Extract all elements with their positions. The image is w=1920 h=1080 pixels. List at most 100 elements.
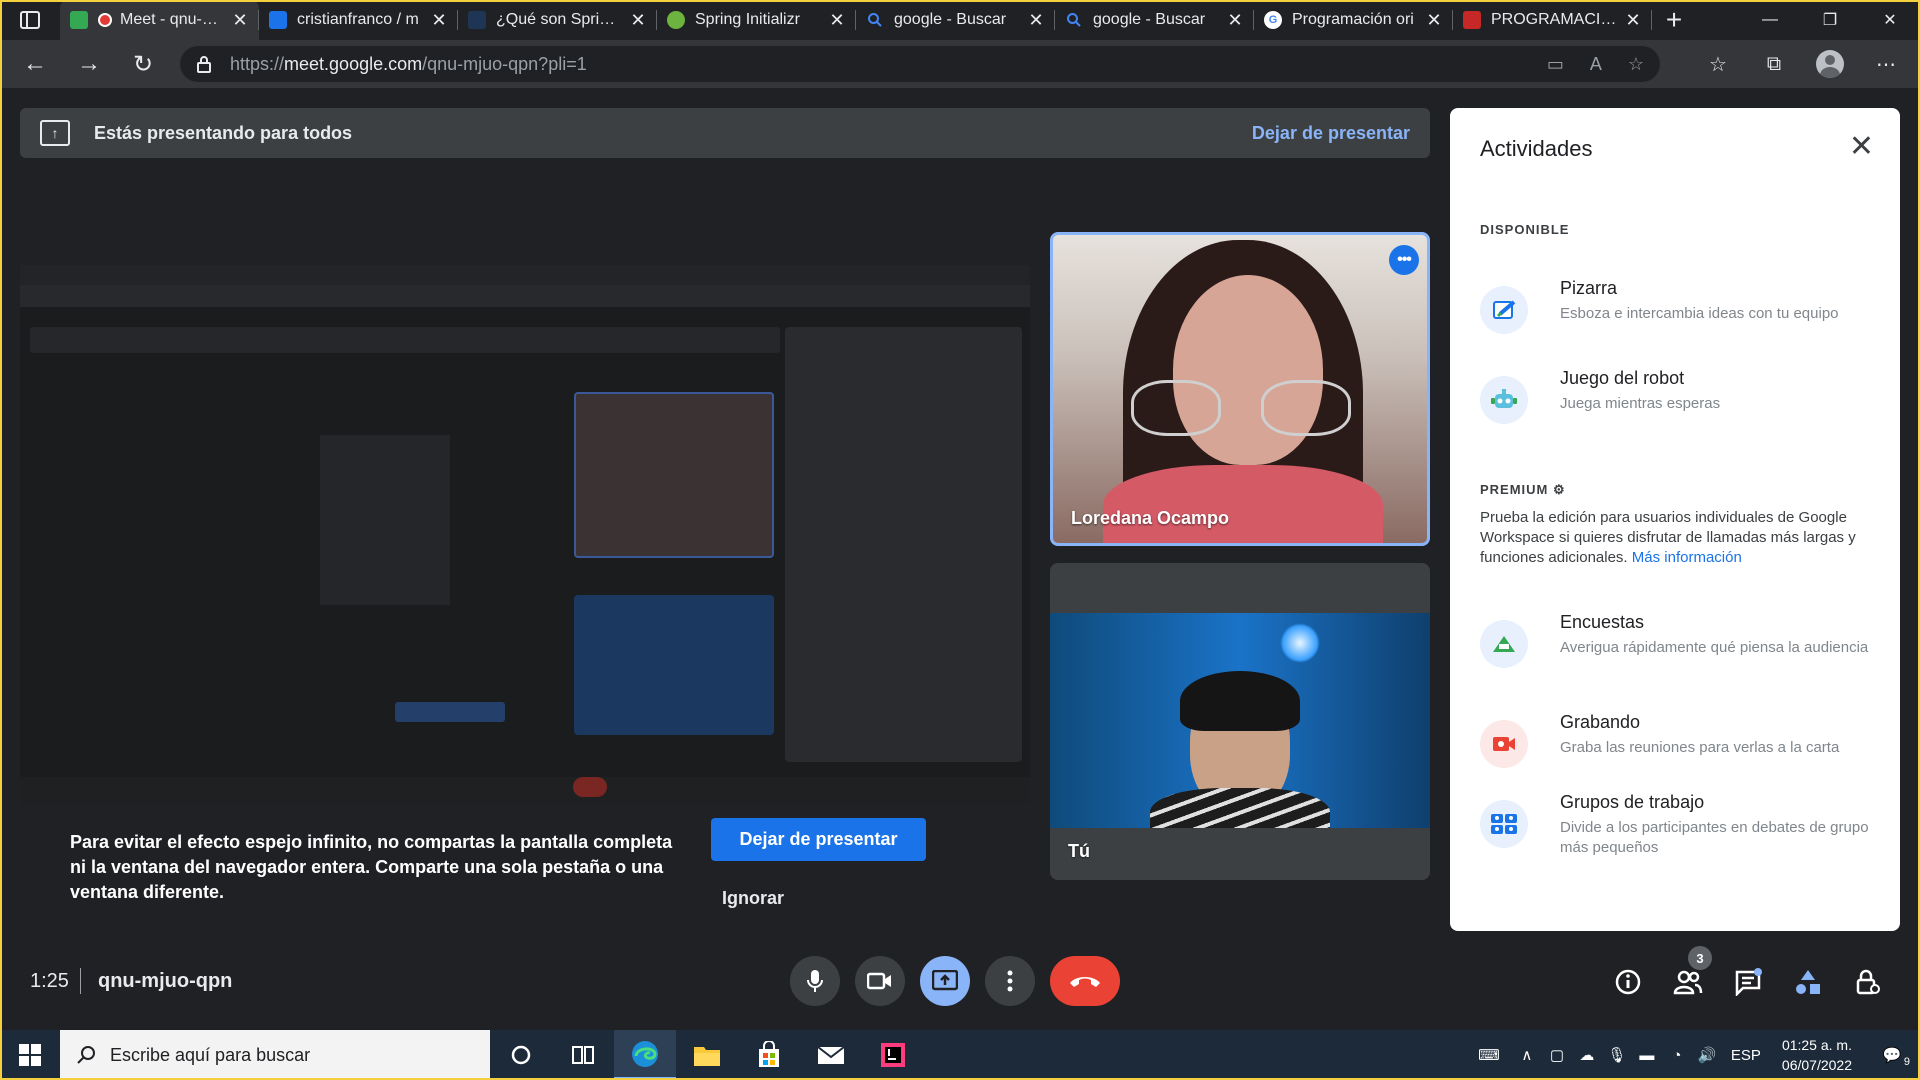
meeting-details-button[interactable] — [1606, 960, 1650, 1004]
url-text: https://meet.google.com/qnu-mjuo-qpn?pli… — [230, 54, 587, 75]
lock-icon[interactable] — [196, 55, 218, 73]
tab-actions-icon[interactable] — [0, 0, 60, 40]
file-explorer-icon[interactable] — [676, 1030, 738, 1080]
participant-name: Tú — [1068, 841, 1090, 861]
microphone-icon — [807, 970, 823, 992]
close-icon[interactable]: ✕ — [1849, 132, 1874, 162]
mirror-hangup — [573, 777, 607, 797]
close-icon[interactable]: ✕ — [430, 10, 448, 31]
reload-icon[interactable]: ↻ — [116, 40, 170, 88]
spring-icon — [667, 11, 685, 29]
address-bar[interactable]: https://meet.google.com/qnu-mjuo-qpn?pli… — [180, 46, 1660, 82]
activity-robot-game[interactable]: Juego del robot Juega mientras esperas — [1480, 368, 1880, 428]
microphone-button[interactable] — [790, 956, 840, 1006]
participant-more-options-icon[interactable]: ••• — [1389, 245, 1419, 275]
tab-meet[interactable]: Meet - qnu-mjuo-qpn ✕ — [60, 0, 259, 40]
intellij-icon[interactable] — [862, 1030, 924, 1080]
more-menu-icon[interactable]: ⋯ — [1858, 40, 1914, 88]
meeting-code: qnu-mjuo-qpn — [98, 970, 233, 992]
start-button[interactable] — [0, 1030, 60, 1080]
close-icon[interactable]: ✕ — [1624, 10, 1642, 31]
section-premium: PREMIUM ⚙ — [1480, 482, 1566, 498]
close-icon[interactable]: ✕ — [1425, 10, 1443, 31]
participant-tile-self[interactable]: Tú — [1050, 563, 1430, 880]
ignore-button[interactable]: Ignorar — [722, 888, 784, 909]
tab-google-buscar-1[interactable]: google - Buscar ✕ — [856, 0, 1055, 40]
edge-icon[interactable] — [614, 1030, 676, 1080]
mail-icon[interactable] — [800, 1030, 862, 1080]
keyboard-icon[interactable]: ⌨ — [1466, 1046, 1512, 1064]
store-icon[interactable] — [738, 1030, 800, 1080]
cortana-icon[interactable] — [490, 1030, 552, 1080]
back-icon[interactable]: ← — [8, 40, 62, 88]
cloud-icon[interactable]: ☁ — [1572, 1046, 1602, 1064]
collections-icon[interactable]: ⧉ — [1746, 40, 1802, 88]
participant-video-shirt — [1103, 465, 1383, 543]
activity-title: Grabando — [1560, 712, 1641, 732]
hangup-button[interactable] — [1050, 956, 1120, 1006]
language-indicator[interactable]: ESP — [1722, 1047, 1770, 1064]
camera-tray-icon[interactable]: ▢ — [1542, 1046, 1572, 1064]
volume-icon[interactable]: 🔊 — [1692, 1046, 1722, 1064]
tab-title: google - Buscar — [894, 11, 1007, 28]
close-icon[interactable]: ✕ — [1027, 10, 1045, 31]
microphone-tray-icon[interactable]: 🎙 — [1602, 1046, 1632, 1064]
clock[interactable]: 01:25 a. m. 06/07/2022 — [1782, 1035, 1852, 1075]
premium-description: Prueba la edición para usuarios individu… — [1480, 508, 1860, 568]
more-options-button[interactable] — [985, 956, 1035, 1006]
participant-video-glasses — [1131, 380, 1361, 436]
close-icon[interactable]: ✕ — [629, 10, 647, 31]
add-favorite-icon[interactable]: ☆ — [1628, 54, 1644, 75]
people-icon — [1673, 970, 1703, 995]
close-icon[interactable]: ✕ — [231, 10, 249, 31]
chevron-up-icon[interactable]: ∧ — [1512, 1046, 1542, 1064]
avatar-icon — [1816, 50, 1844, 78]
activities-panel: Actividades ✕ DISPONIBLE Pizarra Esboza … — [1450, 108, 1900, 931]
tab-spring-que-son[interactable]: ¿Qué son Spring f ✕ — [458, 0, 657, 40]
battery-icon[interactable]: ▬ — [1632, 1047, 1662, 1064]
read-aloud-icon[interactable]: A — [1590, 54, 1602, 75]
stop-presenting-button[interactable]: Dejar de presentar — [711, 818, 926, 861]
activity-breakout-rooms[interactable]: Grupos de trabajo Divide a los participa… — [1480, 792, 1880, 856]
address-toolbar: ← → ↻ https://meet.google.com/qnu-mjuo-q… — [0, 40, 1920, 88]
profile-avatar[interactable] — [1802, 40, 1858, 88]
activities-icon — [1796, 970, 1820, 994]
close-icon[interactable]: ✕ — [1226, 10, 1244, 31]
activity-polls[interactable]: Encuestas Averigua rápidamente qué piens… — [1480, 612, 1880, 672]
activity-whiteboard[interactable]: Pizarra Esboza e intercambia ideas con t… — [1480, 278, 1880, 338]
stop-presenting-link[interactable]: Dejar de presentar — [1252, 123, 1410, 144]
slides-icon — [1463, 11, 1481, 29]
chat-button[interactable] — [1726, 960, 1770, 1004]
camera-icon — [867, 972, 891, 990]
tab-title: cristianfranco / m — [297, 11, 419, 28]
camera-button[interactable] — [855, 956, 905, 1006]
tab-cristianfranco[interactable]: cristianfranco / m ✕ — [259, 0, 458, 40]
task-view-icon[interactable] — [552, 1030, 614, 1080]
notifications-icon[interactable]: 💬 9 — [1864, 1046, 1920, 1068]
camera-in-use-icon[interactable]: ▭ — [1547, 54, 1564, 75]
host-controls-button[interactable] — [1846, 960, 1890, 1004]
new-tab-button[interactable]: + — [1652, 0, 1696, 40]
tab-programacion-slides[interactable]: PROGRAMACION ✕ — [1453, 0, 1652, 40]
activities-button[interactable] — [1786, 960, 1830, 1004]
close-icon[interactable]: ✕ — [828, 10, 846, 31]
minimize-icon[interactable]: — — [1740, 0, 1800, 40]
poll-icon — [1480, 620, 1528, 668]
tab-spring-initializr[interactable]: Spring Initializr ✕ — [657, 0, 856, 40]
windows-logo-icon — [19, 1044, 41, 1066]
present-screen-button[interactable] — [920, 956, 970, 1006]
hangup-icon — [1070, 977, 1100, 987]
network-icon[interactable]: ◔ — [1662, 1047, 1692, 1064]
window-close-icon[interactable]: ✕ — [1860, 0, 1920, 40]
restore-icon[interactable]: ❐ — [1800, 0, 1860, 40]
activity-recording[interactable]: Grabando Graba las reuniones para verlas… — [1480, 712, 1880, 772]
favorites-icon[interactable]: ☆ — [1690, 40, 1746, 88]
breakout-icon — [1480, 800, 1528, 848]
forward-icon[interactable]: → — [62, 40, 116, 88]
more-info-link[interactable]: Más información — [1632, 549, 1742, 566]
taskbar-search-box[interactable]: Escribe aquí para buscar — [60, 1030, 490, 1080]
participant-tile-loredana[interactable]: ••• Loredana Ocampo — [1050, 232, 1430, 546]
meet-icon — [70, 11, 88, 29]
tab-programacion[interactable]: G Programación ori ✕ — [1254, 0, 1453, 40]
tab-google-buscar-2[interactable]: google - Buscar ✕ — [1055, 0, 1254, 40]
